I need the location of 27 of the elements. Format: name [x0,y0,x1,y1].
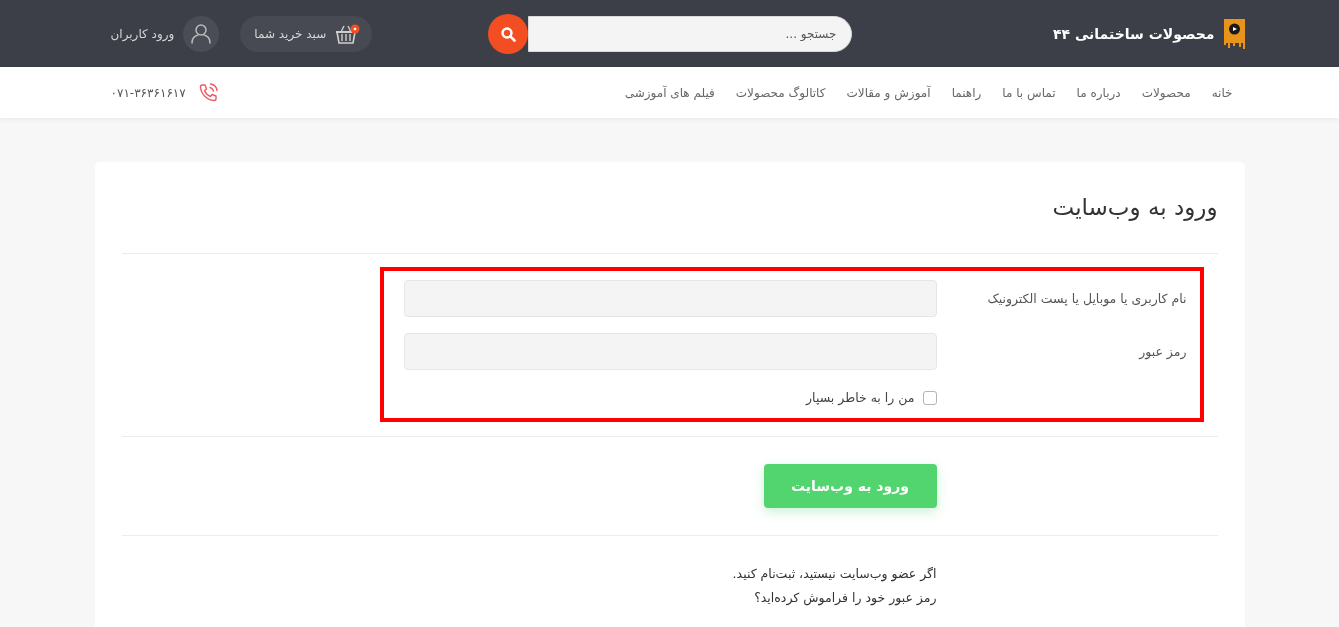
nav-link[interactable]: کاتالوگ محصولات [735,85,826,100]
field-label: نام کاربری یا موبایل یا پست الکترونیک [987,291,1187,306]
nav-link[interactable]: تماس با ما [1002,85,1056,100]
help-text: اگر عضو وب‌سایت نیستید، ثبت‌نام کنید. [732,565,937,584]
nav-link[interactable]: درباره ما [1076,85,1121,100]
cart-button[interactable]: سبد خرید شما [240,15,373,52]
login-link[interactable]: ورود کاربران [110,15,220,52]
site-title: محصولات ساختمانی ۴۴ [1052,25,1215,42]
search-button[interactable] [487,13,528,54]
nav-link[interactable]: فیلم های آموزشی [624,85,715,100]
input-field[interactable] [403,333,937,370]
logo-icon [1223,18,1245,49]
nav-link[interactable]: آموزش و مقالات [846,85,931,100]
field-label: رمز عبور [1139,344,1187,359]
basket-icon [334,22,361,45]
page-title: ورود به وب‌سایت [1052,193,1218,222]
nav-link[interactable]: محصولات [1141,85,1191,100]
search-icon [499,25,516,42]
remember-checkbox[interactable]: من را به خاطر بسپار [806,390,937,405]
help-text: رمز عبور خود را فراموش کرده‌اید؟ [754,589,937,608]
input-field[interactable] [403,280,937,317]
user-icon [183,15,220,52]
phone-number: ۰۷۱-۳۶۳۶۱۶۱۷ [110,85,186,100]
search-field[interactable]: جستجو ... [527,15,852,52]
phone-icon [197,82,219,103]
nav-link[interactable]: خانه [1211,85,1233,100]
nav-link[interactable]: راهنما [951,85,982,100]
